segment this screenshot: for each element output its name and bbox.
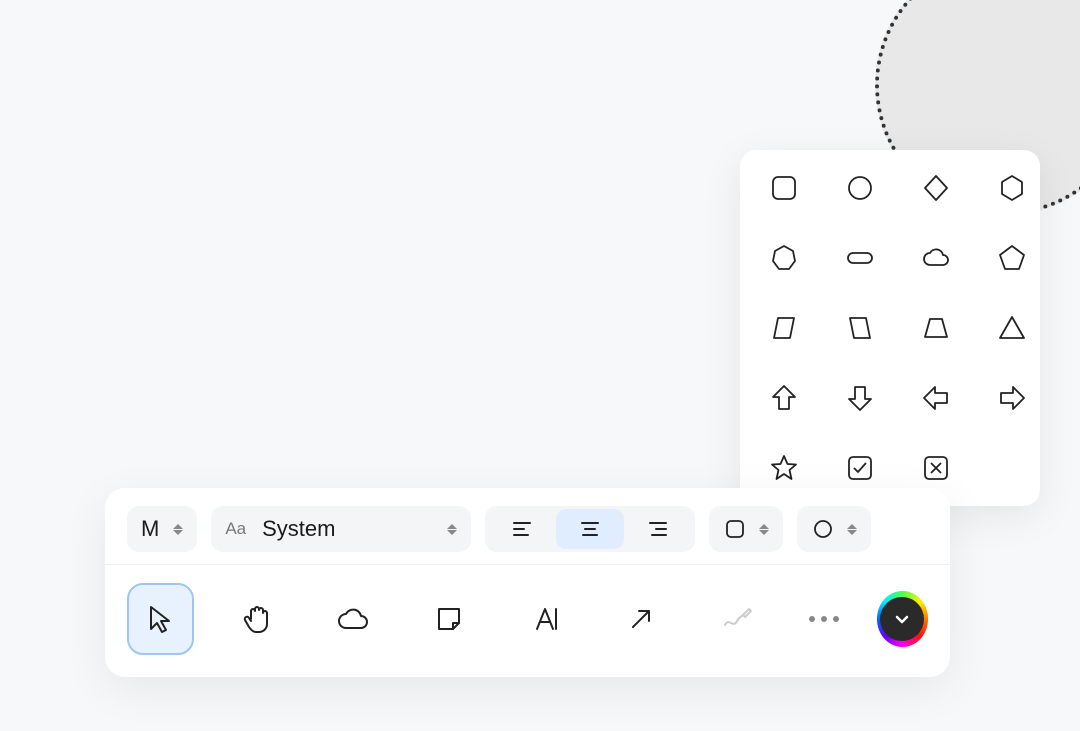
select-tool-button[interactable] <box>127 583 194 655</box>
shape-pill-icon[interactable] <box>836 238 884 278</box>
shape-arrow-down-icon[interactable] <box>836 378 884 418</box>
shape-cloud-icon[interactable] <box>912 238 960 278</box>
sticky-note-icon <box>431 601 467 637</box>
text-cursor-icon <box>527 601 563 637</box>
cloud-icon <box>335 601 371 637</box>
shape-circle-icon[interactable] <box>836 168 884 208</box>
shape-hexagon-icon[interactable] <box>988 168 1036 208</box>
shape-star-icon[interactable] <box>760 448 808 488</box>
hand-icon <box>239 601 275 637</box>
tool-bar <box>105 565 950 677</box>
font-prefix-label: Aa <box>225 519 246 539</box>
style-dropdown[interactable] <box>797 506 871 552</box>
arrow-ne-icon <box>623 601 659 637</box>
shape-arrow-left-icon[interactable] <box>912 378 960 418</box>
shape-diamond-icon[interactable] <box>912 168 960 208</box>
stepper-icon <box>447 524 457 535</box>
dot-icon <box>833 616 839 622</box>
shape-dropdown[interactable] <box>709 506 783 552</box>
style-bar: M Aa System <box>105 488 950 565</box>
cloud-tool-button[interactable] <box>320 583 386 655</box>
shape-parallelogram-left-icon[interactable] <box>760 308 808 348</box>
stepper-icon <box>847 524 857 535</box>
shape-checkbox-x-icon[interactable] <box>912 448 960 488</box>
hand-tool-button[interactable] <box>224 583 290 655</box>
shape-rounded-square-icon[interactable] <box>760 168 808 208</box>
text-tool-button[interactable] <box>512 583 578 655</box>
shape-arrow-up-icon[interactable] <box>760 378 808 418</box>
shape-pentagon-icon[interactable] <box>988 238 1036 278</box>
color-picker-button[interactable] <box>877 591 928 647</box>
shape-arrow-right-icon[interactable] <box>988 378 1036 418</box>
shape-picker-panel <box>740 150 1040 506</box>
align-left-button[interactable] <box>488 509 556 549</box>
arrow-tool-button[interactable] <box>608 583 674 655</box>
size-dropdown[interactable]: M <box>127 506 197 552</box>
toolbar: M Aa System <box>105 488 950 677</box>
shape-parallelogram-right-icon[interactable] <box>836 308 884 348</box>
stepper-icon <box>759 524 769 535</box>
align-right-button[interactable] <box>624 509 692 549</box>
shape-triangle-icon[interactable] <box>988 308 1036 348</box>
font-dropdown-label: System <box>262 516 335 542</box>
shape-trapezoid-icon[interactable] <box>912 308 960 348</box>
align-center-button[interactable] <box>556 509 624 549</box>
shape-heptagon-icon[interactable] <box>760 238 808 278</box>
dot-icon <box>809 616 815 622</box>
stepper-icon <box>173 524 183 535</box>
cursor-icon <box>142 601 178 637</box>
note-tool-button[interactable] <box>416 583 482 655</box>
more-tools-button[interactable] <box>801 616 847 622</box>
draw-tool-button[interactable] <box>704 583 770 655</box>
font-dropdown[interactable]: Aa System <box>211 506 471 552</box>
shape-checkbox-checked-icon[interactable] <box>836 448 884 488</box>
size-dropdown-label: M <box>141 516 159 542</box>
dot-icon <box>821 616 827 622</box>
chevron-down-icon <box>880 597 924 641</box>
align-group <box>485 506 695 552</box>
squiggle-pen-icon <box>719 601 755 637</box>
